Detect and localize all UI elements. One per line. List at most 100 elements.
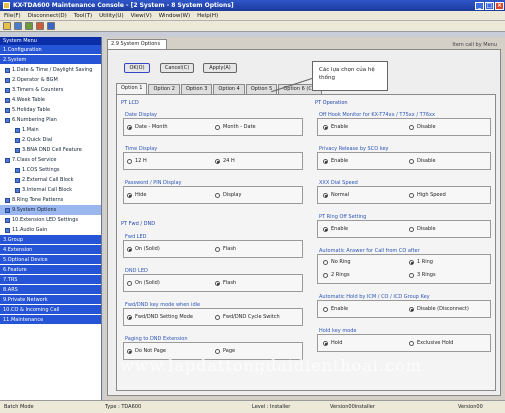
tree-item-label: 6.Numbering Plan (12, 117, 57, 123)
menu-group[interactable]: 5.Optional Device (0, 255, 101, 265)
menu-tool[interactable]: Tool(T) (74, 13, 92, 19)
tree-item[interactable]: 3.Timers & Counters (0, 85, 101, 95)
dnd-led-flash-radio[interactable]: Flash (215, 280, 236, 286)
24h-radio[interactable]: 24 H (215, 158, 235, 164)
tab-option-4[interactable]: Option 4 (213, 84, 245, 94)
three-rings-radio[interactable]: 3 Rings (409, 272, 436, 278)
two-rings-radio[interactable]: 2 Rings (323, 272, 350, 278)
tree-item[interactable]: 5.Holiday Table (0, 105, 101, 115)
tree-item[interactable]: 1.Date & Time / Daylight Saving (0, 65, 101, 75)
menu-disconnect[interactable]: Disconnect(D) (28, 13, 67, 19)
tree-item[interactable]: 2.Quick Dial (0, 135, 101, 145)
help-icon[interactable] (47, 22, 55, 30)
month-date-radio[interactable]: Month - Date (215, 124, 256, 130)
high-speed-radio[interactable]: High Speed (409, 192, 446, 198)
radio-icon (323, 272, 328, 278)
tab-option-2[interactable]: Option 2 (148, 84, 180, 94)
tab-option-3[interactable]: Option 3 (180, 84, 213, 94)
ring-off-disable-radio[interactable]: Disable (409, 226, 436, 232)
menu-group[interactable]: 6.Feature (0, 265, 101, 275)
tree-item[interactable]: 6.Numbering Plan (0, 115, 101, 125)
ok-button[interactable]: OK(O) (124, 63, 150, 73)
menu-view[interactable]: View(V) (131, 13, 152, 19)
app-icon (3, 2, 10, 9)
tree-item[interactable]: 1.COS Settings (0, 165, 101, 175)
fwd-led-solid-radio[interactable]: On (Solid) (127, 246, 160, 252)
one-ring-radio[interactable]: 1 Ring (409, 259, 433, 265)
menu-group[interactable]: 7.TRS (0, 275, 101, 285)
group-configuration[interactable]: 1.Configuration (0, 45, 101, 55)
privacy-disable-radio[interactable]: Disable (409, 158, 436, 164)
12h-radio[interactable]: 12 H (127, 158, 147, 164)
connect-icon[interactable] (36, 22, 44, 30)
radio-icon (409, 158, 414, 164)
hold-radio[interactable]: Hold (323, 340, 342, 346)
page-icon (15, 177, 20, 183)
page-icon (15, 127, 20, 133)
menu-group[interactable]: 11.Maintenance (0, 315, 101, 325)
menu-group[interactable]: 4.Extension (0, 245, 101, 255)
minimize-button[interactable]: _ (475, 1, 484, 10)
tree-item[interactable]: 2.External Call Block (0, 175, 101, 185)
document-tab[interactable]: 2.9 System Options (107, 39, 167, 49)
tree-item-label: 9.System Options (12, 207, 57, 213)
tree-item-label: 1.Date & Time / Daylight Saving (12, 67, 93, 73)
cancel-button[interactable]: Cancel(C) (160, 63, 194, 73)
menu-group[interactable]: 10.CO & Incoming Call (0, 305, 101, 315)
tree-item[interactable]: 9.System Options (0, 205, 101, 215)
save-icon[interactable] (14, 22, 22, 30)
page-icon (5, 207, 10, 213)
display-radio[interactable]: Display (215, 192, 241, 198)
tab-option-5[interactable]: Option 5 (245, 84, 278, 94)
date-month-radio[interactable]: Date - Month (127, 124, 168, 130)
tree-item[interactable]: 1.Main (0, 125, 101, 135)
tree-item[interactable]: 2.Operator & BGM (0, 75, 101, 85)
menu-group[interactable]: 9.Private Network (0, 295, 101, 305)
callout-note: Các lựa chọn của hệ thống (312, 61, 388, 91)
tree-item[interactable]: 3.Internal Call Block (0, 185, 101, 195)
exclusive-hold-radio[interactable]: Exclusive Hold (409, 340, 453, 346)
menu-file[interactable]: File(F) (4, 13, 21, 19)
tab-option-1[interactable]: Option 1 (116, 83, 148, 94)
page-radio[interactable]: Page (215, 348, 235, 354)
radio-selected-icon (323, 158, 328, 164)
off-hook-disable-radio[interactable]: Disable (409, 124, 436, 130)
menu-help[interactable]: Help(H) (197, 13, 218, 19)
dnd-led-solid-radio[interactable]: On (Solid) (127, 280, 160, 286)
privacy-enable-radio[interactable]: Enable (323, 158, 348, 164)
off-hook-enable-radio[interactable]: Enable (323, 124, 348, 130)
group-system[interactable]: 2.System (0, 55, 101, 65)
radio-selected-icon (323, 340, 328, 346)
normal-speed-radio[interactable]: Normal (323, 192, 349, 198)
tree-item[interactable]: 10.Extension LED Settings (0, 215, 101, 225)
fwd-dnd-cycle-radio[interactable]: Fwd/DND Cycle Switch (215, 314, 280, 320)
hide-radio[interactable]: Hide (127, 192, 146, 198)
auto-hold-enable-radio[interactable]: Enable (323, 306, 348, 312)
close-button[interactable]: × (495, 1, 504, 10)
tree-item[interactable]: 8.Ring Tone Patterns (0, 195, 101, 205)
open-icon[interactable] (3, 22, 11, 30)
page-icon (5, 77, 10, 83)
main-area: 2.9 System Options Item call by Menu OK(… (104, 37, 505, 400)
do-not-page-radio[interactable]: Do Not Page (127, 348, 166, 354)
tree-item[interactable]: 4.Week Table (0, 95, 101, 105)
system-menu-panel: System Menu 1.Configuration 2.System 1.D… (0, 37, 102, 400)
auto-hold-disable-radio[interactable]: Disable (Disconnect) (409, 306, 469, 312)
menu-group[interactable]: 3.Group (0, 235, 101, 245)
ring-off-enable-radio[interactable]: Enable (323, 226, 348, 232)
fwd-dnd-setting-radio[interactable]: Fwd/DND Setting Mode (127, 314, 193, 320)
menu-group[interactable]: 8.ARS (0, 285, 101, 295)
radio-icon (215, 124, 220, 130)
no-ring-radio[interactable]: No Ring (323, 259, 351, 265)
tree-item[interactable]: 11.Audio Gain (0, 225, 101, 235)
tree-item-label: 2.External Call Block (22, 177, 74, 183)
apply-button[interactable]: Apply(A) (203, 63, 237, 73)
menu-window[interactable]: Window(W) (159, 13, 190, 19)
tree-item-label: 4.Week Table (12, 97, 45, 103)
maximize-button[interactable]: □ (485, 1, 494, 10)
fwd-led-flash-radio[interactable]: Flash (215, 246, 236, 252)
print-icon[interactable] (25, 22, 33, 30)
menu-utility[interactable]: Utility(U) (99, 13, 124, 19)
tree-item[interactable]: 3.BNA DND Cell Feature (0, 145, 101, 155)
tree-item[interactable]: 7.Class of Service (0, 155, 101, 165)
